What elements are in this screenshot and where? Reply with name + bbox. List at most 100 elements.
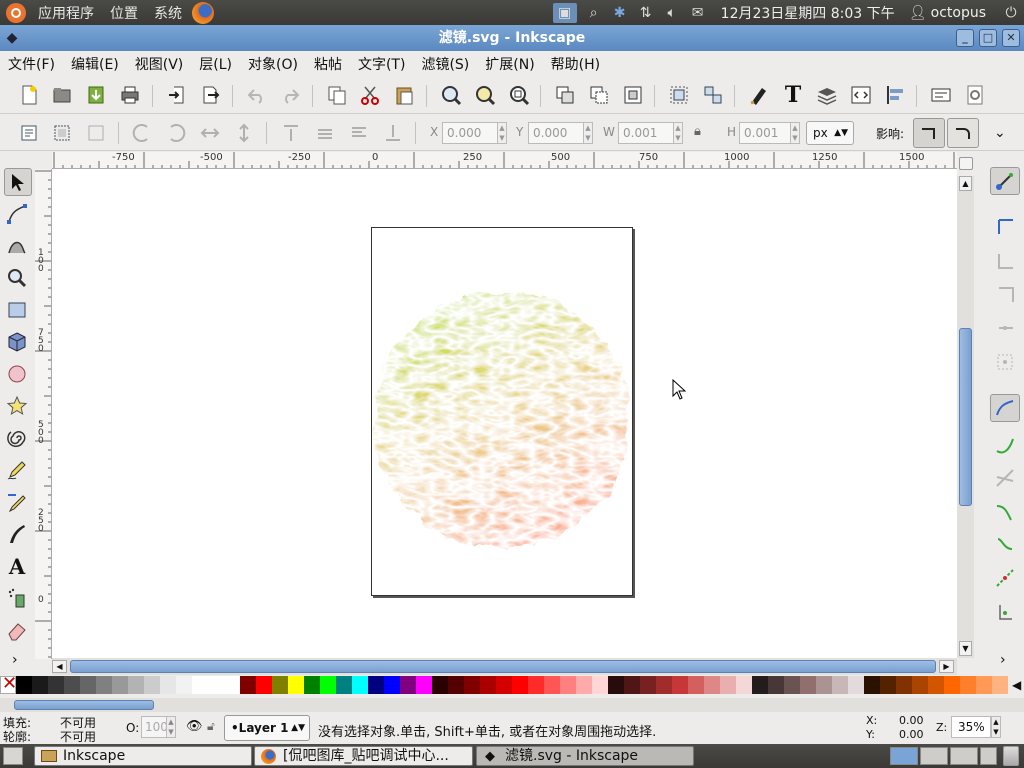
spiral-tool-icon[interactable] — [5, 426, 29, 450]
x-input[interactable]: 0.000 — [442, 122, 498, 144]
taskbar-item-inkscape-window[interactable]: ◆ 滤镜.svg - Inkscape — [476, 746, 694, 766]
network-places-icon[interactable]: ▣ — [552, 2, 577, 23]
color-swatch[interactable] — [496, 676, 512, 694]
spray-tool-icon[interactable] — [5, 586, 29, 610]
new-document-icon[interactable] — [17, 83, 41, 107]
color-swatch[interactable] — [640, 676, 656, 694]
menu-file[interactable]: 文件(F) — [0, 54, 63, 74]
mail-icon[interactable]: ✉ — [685, 0, 711, 25]
align-distribute-icon[interactable] — [883, 83, 907, 107]
pen-tool-icon[interactable] — [5, 490, 29, 514]
color-swatch[interactable] — [32, 676, 48, 694]
paste-icon[interactable] — [392, 83, 416, 107]
toolbox-more-chevron-icon[interactable]: › — [12, 652, 18, 668]
fill-stroke-icon[interactable] — [747, 83, 771, 107]
clone-icon[interactable] — [587, 83, 611, 107]
window-titlebar[interactable]: ◆ 滤镜.svg - Inkscape _ □ ✕ — [0, 25, 1024, 51]
show-desktop-icon[interactable] — [3, 747, 23, 765]
ellipse-tool-icon[interactable] — [5, 362, 29, 386]
color-swatch[interactable] — [64, 676, 80, 694]
scroll-up-arrow-icon[interactable]: ▲ — [959, 176, 972, 191]
color-swatch[interactable] — [352, 676, 368, 694]
network-icon[interactable]: ⇅ — [633, 0, 659, 25]
3d-box-tool-icon[interactable] — [5, 330, 29, 354]
snap-center-icon[interactable] — [993, 600, 1017, 624]
undo-icon[interactable] — [245, 83, 269, 107]
affect-corners-toggle[interactable] — [947, 118, 979, 148]
palette-menu-arrow-icon[interactable]: ◀ — [1012, 678, 1021, 692]
places-menu[interactable]: 位置 — [106, 3, 142, 23]
workspace-switcher-4[interactable] — [980, 747, 997, 765]
preferences-icon[interactable] — [963, 83, 987, 107]
maximize-button[interactable]: □ — [979, 29, 997, 47]
color-swatch[interactable] — [704, 676, 720, 694]
color-swatch[interactable] — [96, 676, 112, 694]
color-swatch[interactable] — [432, 676, 448, 694]
document-properties-icon[interactable] — [929, 83, 953, 107]
color-swatch[interactable] — [368, 676, 384, 694]
layer-visibility-eye-icon[interactable]: 👁︎ — [186, 719, 203, 734]
text-font-icon[interactable]: T — [781, 82, 805, 108]
x-spinner[interactable]: ▲ ▼ — [497, 122, 507, 144]
color-swatch[interactable] — [160, 676, 176, 694]
zoom-spinner[interactable]: ▲ ▼ — [991, 716, 1001, 738]
color-swatch[interactable] — [944, 676, 960, 694]
text-tool-icon[interactable]: A — [5, 554, 29, 579]
menu-text[interactable]: 文字(T) — [350, 54, 413, 74]
color-swatch[interactable] — [816, 676, 832, 694]
clock[interactable]: 12月23日星期四 8:03 下午 — [711, 3, 905, 23]
system-menu[interactable]: 系统 — [150, 3, 186, 23]
color-swatch[interactable] — [896, 676, 912, 694]
vertical-scroll-thumb[interactable] — [959, 328, 972, 506]
snap-intersection-icon[interactable] — [993, 466, 1017, 490]
eraser-tool-icon[interactable] — [5, 618, 29, 642]
power-icon[interactable]: ⏻ — [998, 0, 1024, 25]
color-swatch[interactable] — [464, 676, 480, 694]
print-icon[interactable] — [118, 83, 142, 107]
zoom-tool-icon[interactable] — [5, 266, 29, 290]
color-swatch[interactable] — [512, 676, 528, 694]
cut-icon[interactable] — [358, 83, 382, 107]
color-swatch[interactable] — [992, 676, 1008, 694]
horizontal-scrollbar[interactable]: ◀ ▶ — [52, 658, 957, 675]
zoom-input[interactable]: 35% — [951, 716, 991, 738]
color-swatch[interactable] — [688, 676, 704, 694]
tweak-tool-icon[interactable] — [5, 234, 29, 258]
unlink-clone-icon[interactable] — [621, 83, 645, 107]
open-icon[interactable] — [50, 83, 74, 107]
color-swatch[interactable] — [16, 676, 32, 694]
layers-icon[interactable] — [815, 83, 839, 107]
snap-paths-icon[interactable] — [993, 434, 1017, 458]
select-all-layers-icon[interactable] — [50, 121, 74, 145]
color-swatch[interactable] — [176, 676, 192, 694]
color-swatch[interactable] — [384, 676, 400, 694]
color-swatch[interactable] — [576, 676, 592, 694]
menu-extensions[interactable]: 扩展(N) — [477, 54, 542, 74]
snap-bbox-corner-icon[interactable] — [993, 282, 1017, 306]
color-swatch[interactable] — [784, 676, 800, 694]
color-swatch[interactable] — [624, 676, 640, 694]
duplicate-icon[interactable] — [553, 83, 577, 107]
color-swatch[interactable] — [752, 676, 768, 694]
menu-edit[interactable]: 编辑(E) — [63, 54, 127, 74]
flip-vertical-icon[interactable] — [232, 121, 256, 145]
filtered-circle-artwork[interactable] — [352, 274, 652, 574]
color-swatch[interactable] — [528, 676, 544, 694]
color-swatch[interactable] — [672, 676, 688, 694]
workspace-switcher-3[interactable] — [950, 747, 978, 765]
vertical-scrollbar[interactable]: ▲ ▼ — [957, 176, 974, 658]
color-swatch[interactable] — [960, 676, 976, 694]
bluetooth-icon[interactable]: ✱ — [607, 0, 633, 25]
w-spinner[interactable]: ▲ ▼ — [673, 122, 683, 144]
snapbar-more-chevron-icon[interactable]: › — [1000, 652, 1006, 668]
toolbar-overflow-chevron-icon[interactable]: ⌄ — [994, 125, 1006, 141]
color-swatch[interactable] — [608, 676, 624, 694]
y-input[interactable]: 0.000 — [528, 122, 584, 144]
search-icon[interactable]: ⌕ — [581, 0, 607, 25]
color-swatch[interactable] — [480, 676, 496, 694]
ubuntu-logo-icon[interactable] — [6, 2, 26, 23]
opacity-spinner[interactable]: ▲ ▼ — [166, 716, 176, 738]
zoom-selection-icon[interactable] — [439, 83, 463, 107]
applications-menu[interactable]: 应用程序 — [34, 3, 98, 23]
ungroup-icon[interactable] — [701, 83, 725, 107]
